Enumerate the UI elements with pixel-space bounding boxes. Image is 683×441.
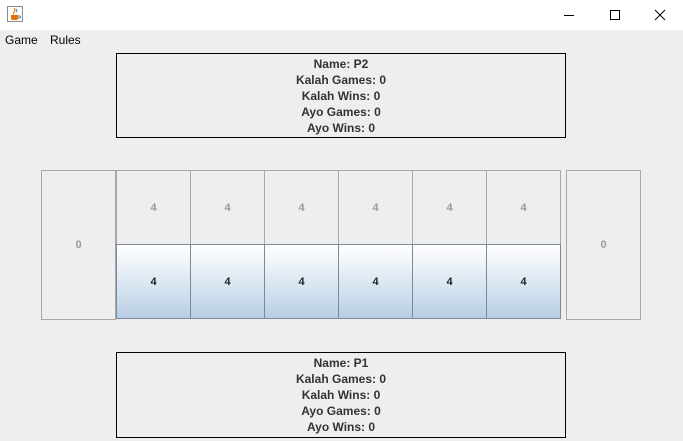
top-pit-row: 4 4 4 4 4 4 [116,170,566,245]
pit-top-3[interactable]: 4 [264,170,339,245]
player-one-kalah-games: Kalah Games: 0 [295,372,387,386]
player-two-info: Name: P2 Kalah Games: 0 Kalah Wins: 0 Ay… [116,53,566,138]
pit-top-1[interactable]: 4 [116,170,191,245]
pit-bottom-2[interactable]: 4 [190,244,265,319]
player-one-ayo-wins: Ayo Wins: 0 [306,420,376,434]
player-two-ayo-wins: Ayo Wins: 0 [306,121,376,135]
menu-rules[interactable]: Rules [50,33,81,48]
pit-bottom-5[interactable]: 4 [412,244,487,319]
player-two-kalah-games: Kalah Games: 0 [295,73,387,87]
minimize-icon [564,15,574,16]
pit-top-4[interactable]: 4 [338,170,413,245]
pit-bottom-1[interactable]: 4 [116,244,191,319]
app-window: Game Rules Name: P2 Kalah Games: 0 Kalah… [0,0,683,441]
store-left: 0 [41,170,116,320]
menu-game[interactable]: Game [5,33,38,48]
minimize-button[interactable] [546,0,592,30]
bottom-pit-row: 4 4 4 4 4 4 [116,244,566,319]
player-one-kalah-wins: Kalah Wins: 0 [301,388,381,402]
pit-bottom-4[interactable]: 4 [338,244,413,319]
menu-bar: Game Rules [0,30,683,51]
title-bar[interactable] [0,0,683,30]
player-two-ayo-games: Ayo Games: 0 [301,105,381,119]
player-one-ayo-games: Ayo Games: 0 [301,404,381,418]
pit-top-6[interactable]: 4 [486,170,561,245]
player-two-name: Name: P2 [313,57,369,71]
close-button[interactable] [637,0,683,30]
pit-top-5[interactable]: 4 [412,170,487,245]
player-one-name: Name: P1 [313,356,369,370]
maximize-icon [610,10,620,20]
java-cup-icon [7,6,23,22]
pit-top-2[interactable]: 4 [190,170,265,245]
player-one-info: Name: P1 Kalah Games: 0 Kalah Wins: 0 Ay… [116,352,566,438]
maximize-button[interactable] [592,0,638,30]
player-two-kalah-wins: Kalah Wins: 0 [301,89,381,103]
pit-bottom-6[interactable]: 4 [486,244,561,319]
pit-bottom-3[interactable]: 4 [264,244,339,319]
store-right: 0 [566,170,641,320]
close-icon [654,9,666,21]
